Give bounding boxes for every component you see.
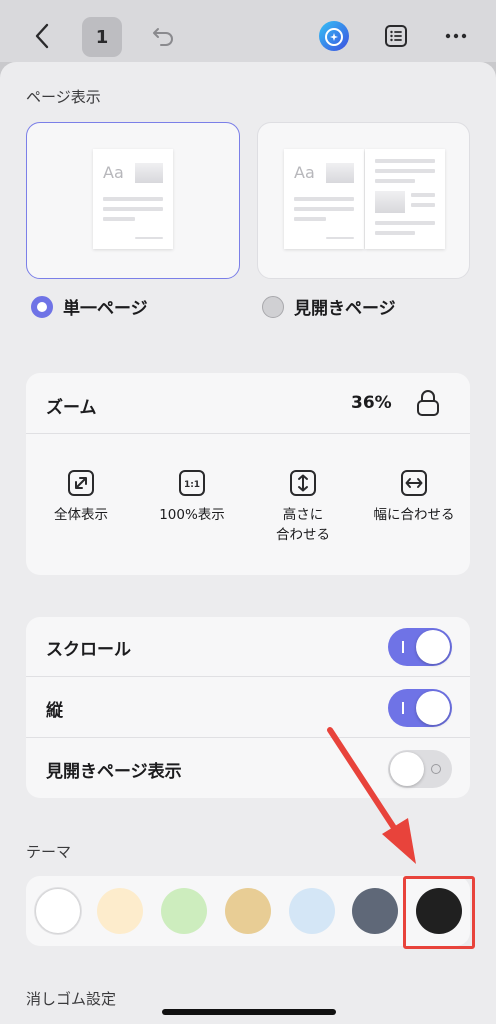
- scroll-toggle-row: スクロール: [26, 617, 470, 677]
- fit-width-label: 幅に合わせる: [373, 507, 455, 523]
- annotation-highlight-box: [403, 876, 475, 949]
- zoom-title: ズーム: [46, 398, 97, 418]
- vertical-label: 縦: [46, 700, 63, 721]
- theme-swatch-green[interactable]: [161, 888, 207, 934]
- theme-swatch-tan[interactable]: [225, 888, 271, 934]
- thumbnail-line: [411, 193, 435, 197]
- thumbnail-line: [135, 237, 163, 239]
- spread-right-thumbnail: [365, 149, 445, 249]
- zoom-divider: [26, 433, 470, 434]
- spread-left-thumbnail: Aa: [284, 149, 364, 249]
- thumbnail-image: [375, 191, 405, 213]
- theme-label: テーマ: [26, 843, 72, 861]
- more-icon: [445, 33, 467, 39]
- spread-page-radio-option[interactable]: 見開きページ: [262, 294, 396, 319]
- thumbnail-line: [294, 197, 354, 201]
- page-number-button[interactable]: 1: [82, 17, 122, 57]
- back-button[interactable]: [22, 14, 62, 58]
- outline-list-button[interactable]: [376, 14, 416, 58]
- outline-list-icon: [385, 25, 407, 47]
- zoom-lock-button[interactable]: [416, 389, 440, 417]
- thumbnail-line: [294, 207, 354, 211]
- fit-all-icon: [68, 470, 94, 496]
- lock-icon: [417, 390, 439, 416]
- more-button[interactable]: [436, 14, 476, 58]
- eraser-settings-label: 消しゴム設定: [26, 990, 117, 1008]
- theme-swatch-light-blue[interactable]: [289, 888, 335, 934]
- ai-assistant-button[interactable]: [314, 14, 354, 58]
- actual-size-button[interactable]: 1:1 100%表示: [140, 469, 244, 525]
- row-divider: [26, 676, 470, 677]
- toggle-on-mark: [402, 702, 404, 714]
- thumbnail-text: Aa: [294, 163, 315, 182]
- thumbnail-line: [375, 231, 415, 235]
- single-page-card[interactable]: Aa: [26, 122, 240, 279]
- fit-height-button[interactable]: 高さに 合わせる: [251, 469, 355, 545]
- spread-page-label: 見開きページ: [294, 299, 396, 319]
- top-toolbar: 1: [0, 0, 496, 62]
- toggle-knob: [416, 691, 450, 725]
- actual-size-icon: 1:1: [179, 470, 205, 496]
- home-indicator: [162, 1009, 336, 1015]
- undo-button[interactable]: [146, 14, 182, 58]
- chevron-left-icon: [35, 23, 49, 49]
- ai-assistant-icon: [319, 21, 349, 51]
- actual-size-label: 100%表示: [159, 507, 225, 523]
- single-page-thumbnail: Aa: [93, 149, 173, 249]
- view-settings-sheet: ページ表示 Aa Aa 単一ページ 見開きページ ズーム 36% 全体表示 1:…: [0, 62, 496, 1024]
- spread-page-card[interactable]: Aa: [257, 122, 470, 279]
- thumbnail-line: [103, 217, 135, 221]
- single-page-label: 単一ページ: [63, 299, 148, 319]
- thumbnail-image: [326, 163, 354, 183]
- theme-swatch-slate[interactable]: [352, 888, 398, 934]
- toggle-on-mark: [402, 641, 404, 653]
- thumbnail-image: [135, 163, 163, 183]
- zoom-value: 36%: [351, 393, 392, 413]
- theme-swatch-cream[interactable]: [97, 888, 143, 934]
- fit-width-button[interactable]: 幅に合わせる: [362, 469, 466, 525]
- scroll-toggle[interactable]: [388, 628, 452, 666]
- thumbnail-line: [103, 207, 163, 211]
- thumbnail-line: [326, 237, 354, 239]
- radio-selected-icon[interactable]: [31, 295, 53, 318]
- fit-height-label: 高さに 合わせる: [276, 507, 330, 543]
- fit-height-icon: [290, 470, 316, 496]
- scroll-label: スクロール: [46, 639, 131, 660]
- thumbnail-line: [294, 217, 326, 221]
- radio-unselected-icon[interactable]: [262, 295, 284, 318]
- fit-all-button[interactable]: 全体表示: [29, 469, 133, 525]
- spread-display-label: 見開きページ表示: [46, 761, 182, 782]
- theme-swatch-strip: [26, 876, 475, 949]
- single-page-radio-option[interactable]: 単一ページ: [31, 294, 148, 319]
- thumbnail-line: [375, 179, 415, 183]
- theme-swatch-white[interactable]: [35, 888, 81, 934]
- thumbnail-line: [375, 169, 435, 173]
- fit-width-icon: [401, 470, 427, 496]
- thumbnail-line: [411, 203, 435, 207]
- undo-icon: [153, 28, 173, 46]
- thumbnail-line: [375, 159, 435, 163]
- page-display-label: ページ表示: [26, 88, 101, 106]
- thumbnail-text: Aa: [103, 163, 124, 182]
- fit-all-label: 全体表示: [54, 507, 108, 523]
- annotation-arrow-icon: [327, 727, 416, 864]
- toggle-off-mark: [431, 764, 441, 774]
- thumbnail-line: [375, 221, 435, 225]
- zoom-card: ズーム 36% 全体表示 1:1 100%表示 高さに 合わせる 幅に合わせる: [26, 373, 470, 575]
- toggle-knob: [416, 630, 450, 664]
- thumbnail-line: [103, 197, 163, 201]
- actual-size-icon-text: 1:1: [184, 480, 200, 490]
